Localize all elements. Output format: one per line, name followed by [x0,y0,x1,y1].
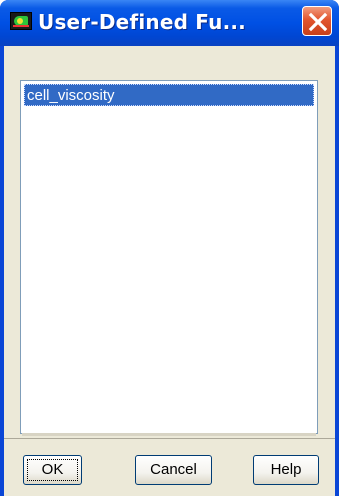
list-scroll-track[interactable] [22,433,316,436]
cancel-button[interactable]: Cancel [135,455,212,485]
title-bar[interactable]: User-Defined Fu... [0,0,339,46]
help-button-label: Help [270,461,302,478]
cancel-button-label: Cancel [150,461,197,478]
list-item[interactable]: cell_viscosity [24,84,314,106]
button-bar: OK Cancel Help [4,438,335,496]
focus-ring [27,459,78,481]
close-icon [308,12,328,32]
window-title: User-Defined Fu... [38,10,246,34]
dialog-window: User-Defined Fu... cell_viscosity OK Can… [0,0,339,496]
app-icon [10,12,32,30]
help-button[interactable]: Help [253,455,319,485]
ok-button[interactable]: OK [23,455,82,485]
udf-listbox[interactable]: cell_viscosity [20,80,318,434]
close-button[interactable] [302,6,332,36]
dialog-body: cell_viscosity OK Cancel Help [4,46,335,496]
